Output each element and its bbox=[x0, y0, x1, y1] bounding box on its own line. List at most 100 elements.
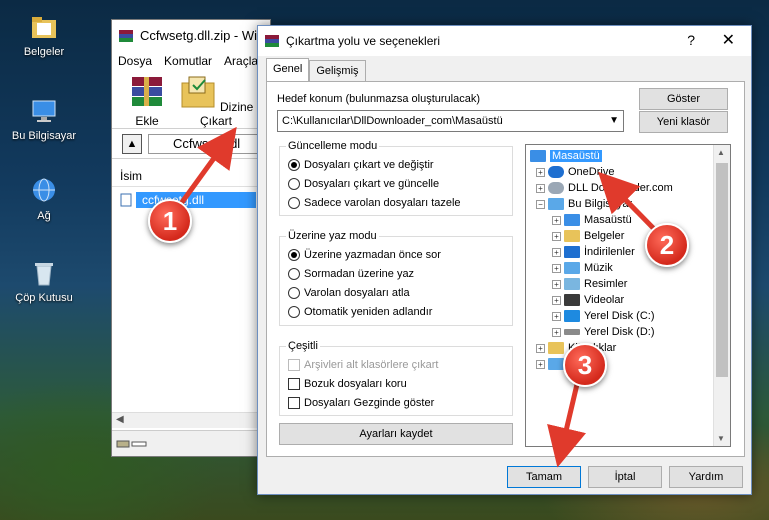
archive-path[interactable]: Ccfwsetg.dl bbox=[148, 133, 270, 154]
expand-icon[interactable]: + bbox=[552, 311, 561, 321]
network-globe-icon bbox=[33, 178, 55, 202]
tree-node-desktop[interactable]: Masaüstü bbox=[530, 148, 602, 164]
tree-vertical-scrollbar[interactable]: ▲ ▼ bbox=[713, 145, 730, 446]
misc-option-show-in-explorer[interactable]: Dosyaları Gezginde göster bbox=[288, 397, 434, 409]
misc-title: Çeşitli bbox=[286, 340, 320, 352]
desktop-icon-label: Belgeler bbox=[23, 46, 65, 58]
tree-node-pictures[interactable]: + Resimler bbox=[552, 276, 627, 292]
tree-node-music[interactable]: + Müzik bbox=[552, 260, 613, 276]
option-label: Sormadan üzerine yaz bbox=[304, 268, 415, 280]
tree-node-pc-desktop[interactable]: + Masaüstü bbox=[552, 212, 632, 228]
radio[interactable] bbox=[288, 197, 300, 209]
expand-icon[interactable]: + bbox=[552, 231, 561, 241]
radio-selected[interactable] bbox=[288, 159, 300, 171]
winrar-app-icon bbox=[119, 29, 133, 42]
target-path-combobox[interactable]: C:\Kullanıcılar\DllDownloader_com\Masaüs… bbox=[277, 110, 624, 132]
overwrite-option-ask[interactable]: Üzerine yazmadan önce sor bbox=[288, 249, 441, 261]
misc-option-subfolders[interactable]: Arşivleri alt klasörlere çıkart bbox=[288, 359, 438, 371]
tree-node-downloads[interactable]: + İndirilenler bbox=[552, 244, 635, 260]
add-button[interactable]: Ekle bbox=[122, 75, 172, 128]
recycle-bin-icon bbox=[35, 263, 53, 286]
overwrite-option-skip[interactable]: Varolan dosyaları atla bbox=[288, 287, 410, 299]
checkbox[interactable] bbox=[288, 359, 300, 371]
tree-node-dlldownloader[interactable]: + DLL Downloader.com bbox=[536, 180, 673, 196]
radio-selected[interactable] bbox=[288, 249, 300, 261]
winrar-toolbar: Ekle Dizine Çıkart bbox=[112, 71, 270, 129]
tree-node-label: Bu Bilgisayar bbox=[568, 198, 633, 210]
overwrite-option-rename[interactable]: Otomatik yeniden adlandır bbox=[288, 306, 432, 318]
expand-icon[interactable]: + bbox=[552, 279, 561, 289]
help-icon[interactable]: ? bbox=[687, 32, 695, 48]
desktop-icon-label: Çöp Kutusu bbox=[15, 292, 73, 304]
update-option-extract-replace[interactable]: Dosyaları çıkart ve değiştir bbox=[288, 159, 434, 171]
menu-commands[interactable]: Komutlar bbox=[164, 54, 212, 68]
winrar-titlebar[interactable]: Ccfwsetg.dll.zip - Wi bbox=[112, 20, 270, 51]
checkbox[interactable] bbox=[288, 378, 300, 390]
expand-icon[interactable]: + bbox=[552, 327, 561, 337]
expand-icon[interactable]: + bbox=[536, 167, 545, 177]
help-button[interactable]: Yardım bbox=[669, 466, 743, 488]
expand-icon[interactable]: + bbox=[536, 183, 545, 193]
tree-node-label: OneDrive bbox=[568, 166, 615, 178]
file-row[interactable]: ccfwsetg.dll bbox=[120, 191, 270, 209]
tree-node-disk-d[interactable]: + Yerel Disk (D:) bbox=[552, 324, 655, 340]
horizontal-scrollbar[interactable]: ◀ bbox=[112, 412, 270, 428]
folder-tree[interactable]: Masaüstü + OneDrive + DLL Downloader.com −… bbox=[525, 144, 731, 447]
desktop-icon-recycle-bin[interactable]: Çöp Kutusu bbox=[4, 258, 84, 304]
cancel-button[interactable]: İptal bbox=[588, 466, 662, 488]
tree-node-label: Videolar bbox=[584, 294, 625, 306]
checkbox[interactable] bbox=[288, 397, 300, 409]
scroll-thumb[interactable] bbox=[716, 163, 728, 377]
radio[interactable] bbox=[288, 287, 300, 299]
tree-node-disk-c[interactable]: + Yerel Disk (C:) bbox=[552, 308, 655, 324]
scroll-up-icon[interactable]: ▲ bbox=[717, 148, 725, 157]
expand-icon[interactable]: + bbox=[552, 247, 561, 257]
new-folder-button[interactable]: Yeni klasör bbox=[639, 111, 728, 133]
show-button[interactable]: Göster bbox=[639, 88, 728, 110]
tree-node-label: Resimler bbox=[584, 278, 628, 290]
download-arrow-icon bbox=[564, 246, 580, 258]
expand-icon[interactable]: + bbox=[536, 343, 545, 353]
chevron-down-icon[interactable]: ▼ bbox=[609, 111, 619, 131]
expand-icon[interactable]: + bbox=[552, 215, 561, 225]
expand-icon[interactable]: + bbox=[552, 263, 561, 273]
tree-node-this-pc[interactable]: − Bu Bilgisayar bbox=[536, 196, 632, 212]
step-callout-3: 3 bbox=[563, 343, 607, 387]
option-label: Dosyaları çıkart ve değiştir bbox=[304, 159, 434, 171]
expand-icon[interactable]: + bbox=[536, 359, 545, 369]
ok-button[interactable]: Tamam bbox=[507, 466, 581, 488]
overwrite-mode-title: Üzerine yaz modu bbox=[286, 230, 379, 242]
collapse-icon[interactable]: − bbox=[536, 199, 545, 209]
dialog-titlebar[interactable]: Çıkartma yolu ve seçenekleri ? ✕ bbox=[258, 26, 751, 56]
update-option-freshen[interactable]: Sadece varolan dosyaları tazele bbox=[288, 197, 461, 209]
network-icon bbox=[548, 358, 564, 370]
tree-node-documents[interactable]: + Belgeler bbox=[552, 228, 624, 244]
extract-to-button[interactable]: Dizine Çıkart bbox=[178, 75, 254, 128]
update-mode-title: Güncelleme modu bbox=[286, 140, 380, 152]
menu-file[interactable]: Dosya bbox=[118, 54, 152, 68]
column-header-name[interactable]: İsim bbox=[112, 165, 270, 187]
scroll-down-icon[interactable]: ▼ bbox=[717, 434, 725, 443]
save-settings-button[interactable]: Ayarları kaydet bbox=[279, 423, 513, 445]
overwrite-option-without-prompt[interactable]: Sormadan üzerine yaz bbox=[288, 268, 414, 280]
menu-tools[interactable]: Araçla bbox=[224, 54, 258, 68]
close-icon[interactable]: ✕ bbox=[722, 30, 735, 50]
tab-general[interactable]: Genel bbox=[266, 58, 310, 81]
misc-option-keep-broken[interactable]: Bozuk dosyaları koru bbox=[288, 378, 407, 390]
folder-icon bbox=[32, 17, 56, 38]
update-option-extract-update[interactable]: Dosyaları çıkart ve güncelle bbox=[288, 178, 439, 190]
user-icon bbox=[548, 182, 564, 194]
expand-icon[interactable]: + bbox=[552, 295, 561, 305]
tree-node-videos[interactable]: + Videolar bbox=[552, 292, 624, 308]
radio[interactable] bbox=[288, 178, 300, 190]
desktop-icon-documents[interactable]: Belgeler bbox=[4, 12, 84, 58]
computer-icon bbox=[548, 198, 564, 210]
tree-node-onedrive[interactable]: + OneDrive bbox=[536, 164, 614, 180]
tab-advanced[interactable]: Gelişmiş bbox=[309, 60, 366, 81]
radio[interactable] bbox=[288, 268, 300, 280]
up-folder-icon[interactable]: ▲ bbox=[122, 133, 142, 154]
desktop-icon-network[interactable]: Ağ bbox=[4, 176, 84, 222]
desktop-icon-this-pc[interactable]: Bu Bilgisayar bbox=[4, 96, 84, 142]
radio[interactable] bbox=[288, 306, 300, 318]
dialog-title: Çıkartma yolu ve seçenekleri bbox=[286, 34, 441, 48]
